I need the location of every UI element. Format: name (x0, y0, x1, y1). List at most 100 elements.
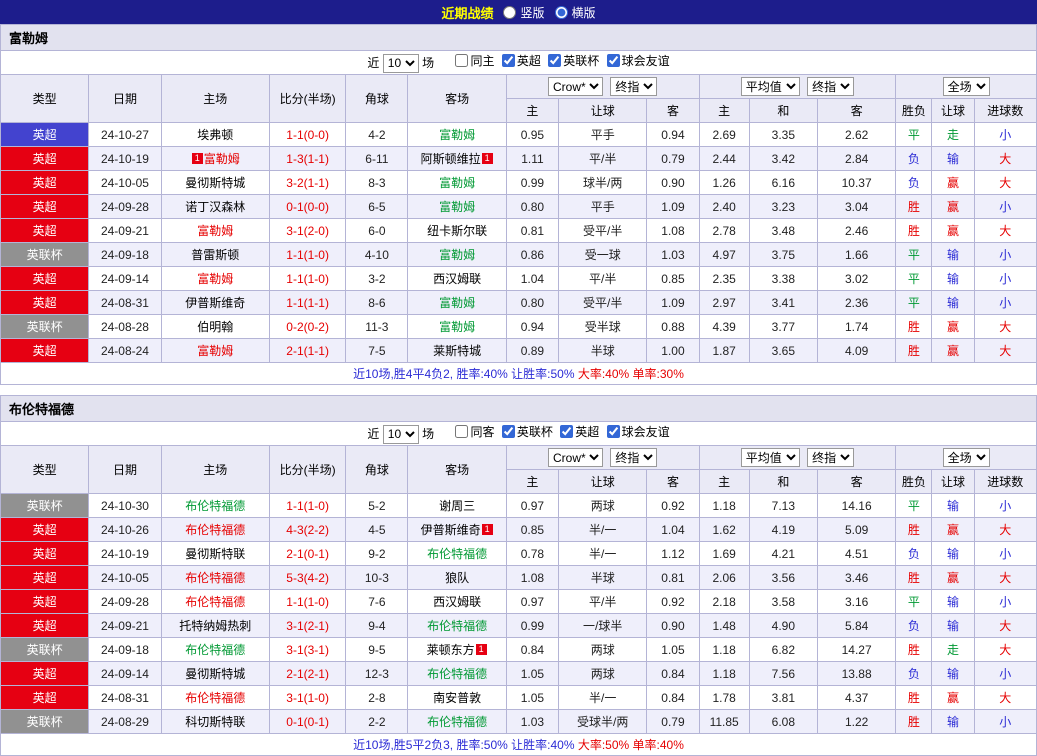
filter-checkbox-league-2[interactable]: 英联杯 (548, 52, 599, 69)
result-group-header: 全场 (895, 445, 1037, 470)
match-score: 1-1(0-0) (268, 122, 347, 147)
scope-select[interactable]: 全场 (942, 448, 990, 467)
match-type-badge: 英联杯 (0, 242, 90, 267)
col-header-avg-home: 主 (698, 469, 750, 494)
filter-checkbox-same-venue[interactable]: 同主 (455, 52, 495, 69)
handicap-line: 半/一 (558, 685, 648, 710)
handicap-line: 半球 (558, 565, 648, 590)
team-name: 富勒姆 (197, 344, 234, 358)
result-wdl: 平 (895, 589, 933, 614)
filter-checkbox-league-1[interactable]: 英联杯 (501, 423, 553, 440)
handicap-line: 平/半 (558, 266, 648, 291)
layout-horizontal-option[interactable]: 横版 (554, 4, 596, 21)
final-odds-select-1[interactable]: 终指 (610, 77, 658, 96)
corner-score: 7-5 (345, 338, 409, 363)
odds-value: 1.74 (816, 314, 897, 339)
league-checkbox[interactable] (560, 425, 574, 439)
result-group-header: 全场 (895, 74, 1037, 99)
same-venue-checkbox[interactable] (455, 425, 469, 439)
match-date: 24-10-19 (88, 146, 162, 171)
away-team: 狼队 (407, 565, 507, 590)
odds-value: 10.37 (816, 170, 897, 195)
team-name: 伊普斯维奇 (420, 523, 481, 537)
league-checkbox[interactable] (501, 425, 515, 439)
filter-checkbox-league-2[interactable]: 英超 (560, 423, 599, 440)
result-handicap: 输 (931, 493, 975, 518)
corner-score: 10-3 (345, 565, 409, 590)
red-card-badge: 1 (475, 644, 487, 655)
layout-vertical-option[interactable]: 竖版 (503, 4, 545, 21)
average-select[interactable]: 平均值 (740, 77, 800, 96)
match-date: 24-09-14 (88, 266, 162, 291)
final-odds-select-1[interactable]: 终指 (610, 448, 658, 467)
match-score: 0-1(0-1) (268, 709, 347, 734)
col-header-goals: 进球数 (973, 98, 1037, 123)
result-wdl: 胜 (895, 685, 933, 710)
away-team: 阿斯顿维拉 1 (407, 146, 507, 171)
corner-score: 12-3 (345, 661, 409, 686)
result-wdl: 平 (895, 242, 933, 267)
checkbox-label: 英超 (575, 425, 600, 440)
team-name: 西汉姆联 (433, 272, 482, 286)
odds-value: 0.88 (646, 314, 700, 339)
recent-count-select[interactable]: 10 (382, 424, 419, 444)
league-checkbox[interactable] (606, 54, 620, 68)
recent-results-table: 近 10 场 同主 英超 英联杯 球会友谊 类型 日期 主场 比分(半场) 角球… (0, 50, 1037, 385)
match-row: 英超 24-10-19 曼彻斯特联 2-1(0-1) 9-2 布伦特福德 0.78 半/一 1.… (0, 541, 1037, 566)
col-header-corner: 角球 (345, 74, 409, 123)
match-score: 3-2(1-1) (268, 170, 347, 195)
match-type-badge: 英超 (0, 541, 90, 566)
same-venue-checkbox[interactable] (455, 54, 469, 68)
odds-value: 5.84 (816, 613, 897, 638)
team-name: 布伦特福德 (185, 595, 246, 609)
col-header-away-odds: 客 (646, 469, 700, 494)
odds-value: 0.95 (505, 122, 560, 147)
away-team: 纽卡斯尔联 (407, 218, 507, 243)
filter-checkbox-league-3[interactable]: 球会友谊 (606, 423, 670, 440)
home-team: 埃弗顿 (160, 122, 270, 147)
team-name: 布伦特福德 (185, 643, 246, 657)
col-header-away: 客场 (407, 74, 507, 123)
result-goals: 小 (973, 589, 1037, 614)
odds-value: 3.56 (748, 565, 818, 590)
match-score: 1-1(1-0) (268, 266, 347, 291)
team-name: 谢周三 (439, 499, 476, 513)
match-date: 24-08-24 (88, 338, 162, 363)
odds-value: 4.51 (816, 541, 897, 566)
handicap-line: 半/一 (558, 517, 648, 542)
handicap-line: 受平/半 (558, 290, 648, 315)
average-select[interactable]: 平均值 (740, 448, 800, 467)
bookmaker-select[interactable]: Crow* (548, 448, 604, 467)
bookmaker-select[interactable]: Crow* (548, 77, 604, 96)
filter-checkbox-league-3[interactable]: 球会友谊 (606, 52, 670, 69)
team-name-header: 富勒姆 (0, 24, 1037, 50)
team-name: 富勒姆 (439, 248, 476, 262)
odds-value: 1.18 (698, 661, 750, 686)
match-row: 英联杯 24-08-28 伯明翰 0-2(0-2) 11-3 富勒姆 0.94 受半球 0.88… (0, 314, 1037, 339)
odds-value: 0.81 (505, 218, 560, 243)
odds-value: 3.38 (748, 266, 818, 291)
vertical-radio[interactable] (503, 5, 517, 19)
scope-select[interactable]: 全场 (942, 77, 990, 96)
league-checkbox[interactable] (501, 54, 515, 68)
corner-score: 4-5 (345, 517, 409, 542)
summary-stat: 让胜率:50% (511, 367, 578, 381)
away-team: 布伦特福德 (407, 541, 507, 566)
summary-stat: 胜率:50% (456, 738, 512, 752)
final-odds-select-2[interactable]: 终指 (807, 77, 855, 96)
odds-value: 0.92 (646, 493, 700, 518)
match-type-badge: 英超 (0, 565, 90, 590)
filter-checkbox-league-1[interactable]: 英超 (501, 52, 541, 69)
odds-value: 1.04 (646, 517, 700, 542)
final-odds-select-2[interactable]: 终指 (807, 448, 855, 467)
result-goals: 小 (973, 122, 1037, 147)
league-checkbox[interactable] (606, 425, 620, 439)
league-checkbox[interactable] (548, 54, 562, 68)
away-team: 莱斯特城 (407, 338, 507, 363)
horizontal-radio[interactable] (554, 5, 568, 19)
team-name: 科切斯特联 (185, 715, 246, 729)
odds-value: 3.35 (748, 122, 818, 147)
away-team: 西汉姆联 (407, 266, 507, 291)
recent-count-select[interactable]: 10 (382, 53, 419, 73)
filter-checkbox-same-venue[interactable]: 同客 (455, 423, 495, 440)
